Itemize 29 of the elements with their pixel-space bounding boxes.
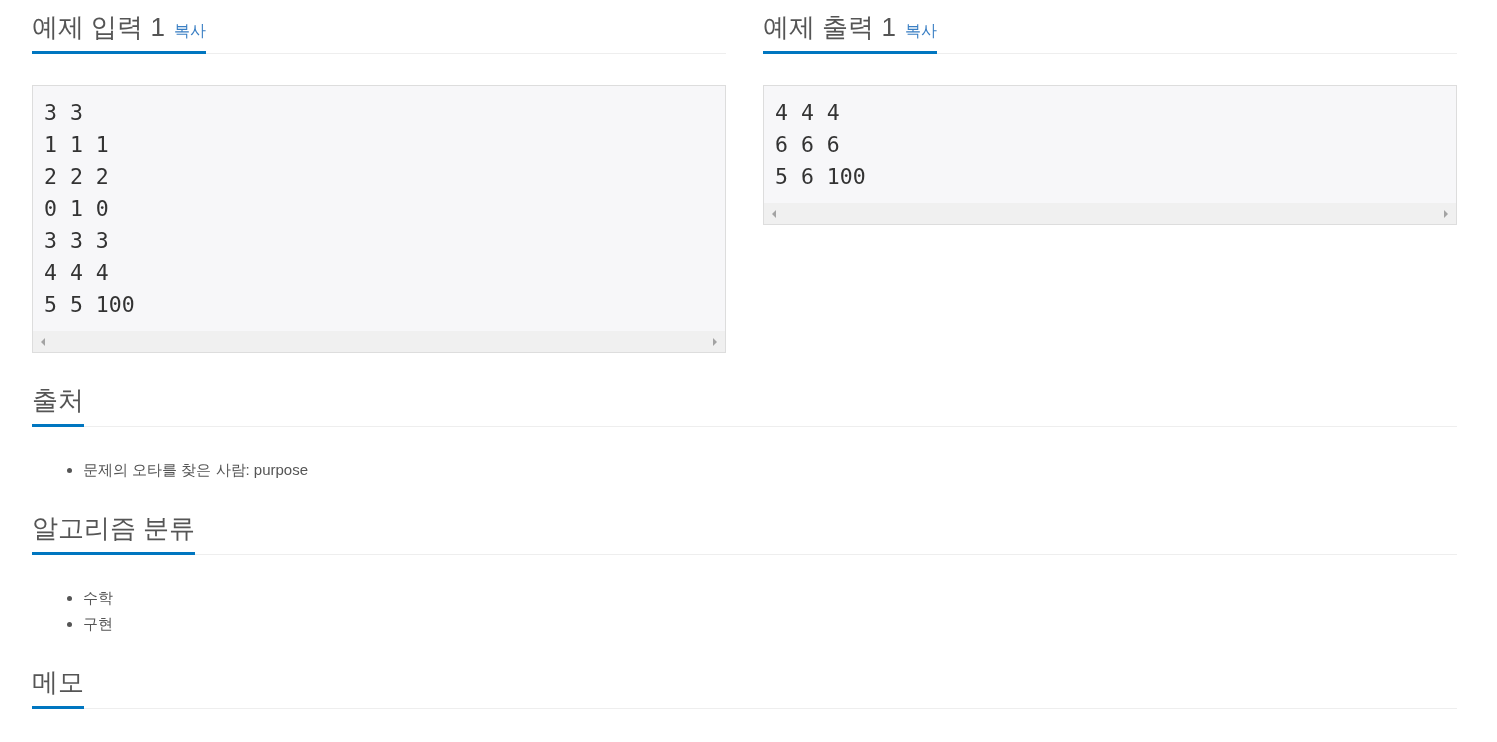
code-line: 5 6 100 [775,163,866,191]
section-title: 출처 [32,385,84,415]
left-arrow-icon[interactable] [772,209,776,218]
bullet-icon [67,467,72,473]
section-title: 메모 [32,667,84,697]
code-line: 4 4 4 [44,259,109,287]
code-line: 4 4 4 [775,99,840,127]
left-arrow-icon[interactable] [41,337,45,346]
code-line: 5 5 100 [44,291,135,319]
section-title: 예제 출력 1 [763,12,896,42]
copy-link[interactable]: 복사 [904,22,937,39]
horizontal-scrollbar[interactable] [33,331,725,352]
right-arrow-icon[interactable] [713,337,717,346]
list-item-text: 구현 [83,614,113,634]
code-line: 6 6 6 [775,131,840,159]
code-line: 1 1 1 [44,131,109,159]
bullet-icon [67,621,72,627]
code-line: 2 2 2 [44,163,109,191]
bullet-icon [67,595,72,601]
right-arrow-icon[interactable] [1444,209,1448,218]
copy-link[interactable]: 복사 [173,22,206,39]
code-line: 0 1 0 [44,195,109,223]
code-line: 3 3 3 [44,227,109,255]
horizontal-scrollbar[interactable] [764,203,1456,224]
list-item-text: 문제의 오타를 찾은 사람: purpose [83,460,309,480]
code-line: 3 3 [44,99,83,127]
section-title: 알고리즘 분류 [32,513,196,543]
list-item-text: 수학 [83,588,113,608]
section-title: 예제 입력 1 [32,12,165,42]
